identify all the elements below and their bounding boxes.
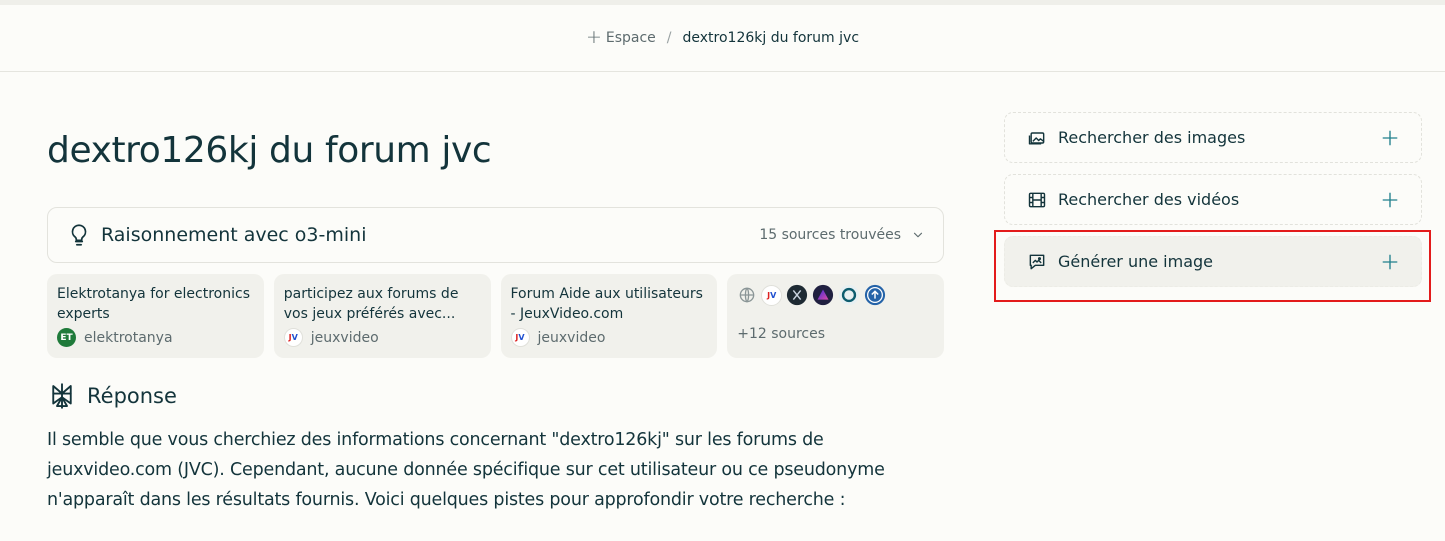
lightbulb-icon xyxy=(71,224,87,246)
source-card[interactable]: participez aux forums de vos jeux préfér… xyxy=(273,274,491,358)
reasoning-label: Raisonnement avec o3-mini xyxy=(101,224,367,246)
source-card-source: JV jeuxvideo xyxy=(510,328,708,347)
chevron-down-icon xyxy=(913,232,923,238)
source-card-domain: jeuxvideo xyxy=(537,329,606,346)
answer-title: Réponse xyxy=(87,384,177,408)
jeuxvideo-favicon: JV xyxy=(283,328,303,347)
source-card-source: ET elektrotanya xyxy=(57,328,254,347)
source-card-title: Elektrotanya for electronics experts xyxy=(57,286,250,322)
perplexity-logo-icon xyxy=(52,383,72,409)
more-sources-label: +12 sources xyxy=(737,326,826,342)
answer-text: Il semble que vous cherchiez des informa… xyxy=(47,430,885,510)
image-icon xyxy=(1028,131,1045,145)
jeuxvideo-favicon: JV xyxy=(761,284,783,306)
dark-x-favicon xyxy=(787,284,808,306)
ring-favicon xyxy=(839,284,860,306)
highlight-box xyxy=(994,230,1431,302)
purple-gradient-favicon xyxy=(813,284,834,306)
source-cards: Elektrotanya for electronics experts ET … xyxy=(47,274,944,358)
breadcrumb-current: dextro126kj du forum jvc xyxy=(682,30,860,46)
breadcrumb-space-label: Espace xyxy=(605,30,656,46)
globe-icon xyxy=(739,287,755,303)
jeuxvideo-favicon: JV xyxy=(510,328,530,347)
breadcrumb-space-link[interactable]: + Espace xyxy=(585,26,656,48)
film-icon xyxy=(1028,192,1046,207)
breadcrumb-separator: / xyxy=(666,30,672,46)
source-card-domain: elektrotanya xyxy=(84,329,173,346)
reasoning-panel[interactable]: Raisonnement avec o3-mini 15 sources tro… xyxy=(47,207,944,263)
arrow-up-circle-favicon xyxy=(865,284,886,306)
source-card-title: Forum Aide aux utilisateurs - JeuxVideo.… xyxy=(510,286,703,322)
sources-found-toggle[interactable]: 15 sources trouvées xyxy=(759,227,925,243)
sources-found-label: 15 sources trouvées xyxy=(759,227,901,243)
plus-icon xyxy=(1382,130,1398,145)
answer-heading: Réponse xyxy=(47,381,177,411)
search-images-button[interactable]: Rechercher des images xyxy=(1004,112,1422,163)
search-images-label: Rechercher des images xyxy=(1058,128,1246,147)
source-card-source: JV jeuxvideo xyxy=(283,328,481,347)
source-favicons: JV xyxy=(737,284,934,306)
plus-icon: + xyxy=(585,26,602,48)
elektrotanya-favicon: ET xyxy=(57,328,76,347)
breadcrumb: + Espace / dextro126kj du forum jvc xyxy=(0,5,1445,72)
source-card[interactable]: Elektrotanya for electronics experts ET … xyxy=(47,274,264,358)
search-videos-label: Rechercher des vidéos xyxy=(1058,190,1240,209)
page-title: dextro126kj du forum jvc xyxy=(47,130,492,171)
more-sources-card[interactable]: JV +12 sources xyxy=(727,274,944,358)
source-card[interactable]: Forum Aide aux utilisateurs - JeuxVideo.… xyxy=(500,274,718,358)
source-card-domain: jeuxvideo xyxy=(310,329,379,346)
source-card-title: participez aux forums de vos jeux préfér… xyxy=(283,286,459,322)
search-videos-button[interactable]: Rechercher des vidéos xyxy=(1004,174,1422,225)
plus-icon xyxy=(1382,192,1398,207)
